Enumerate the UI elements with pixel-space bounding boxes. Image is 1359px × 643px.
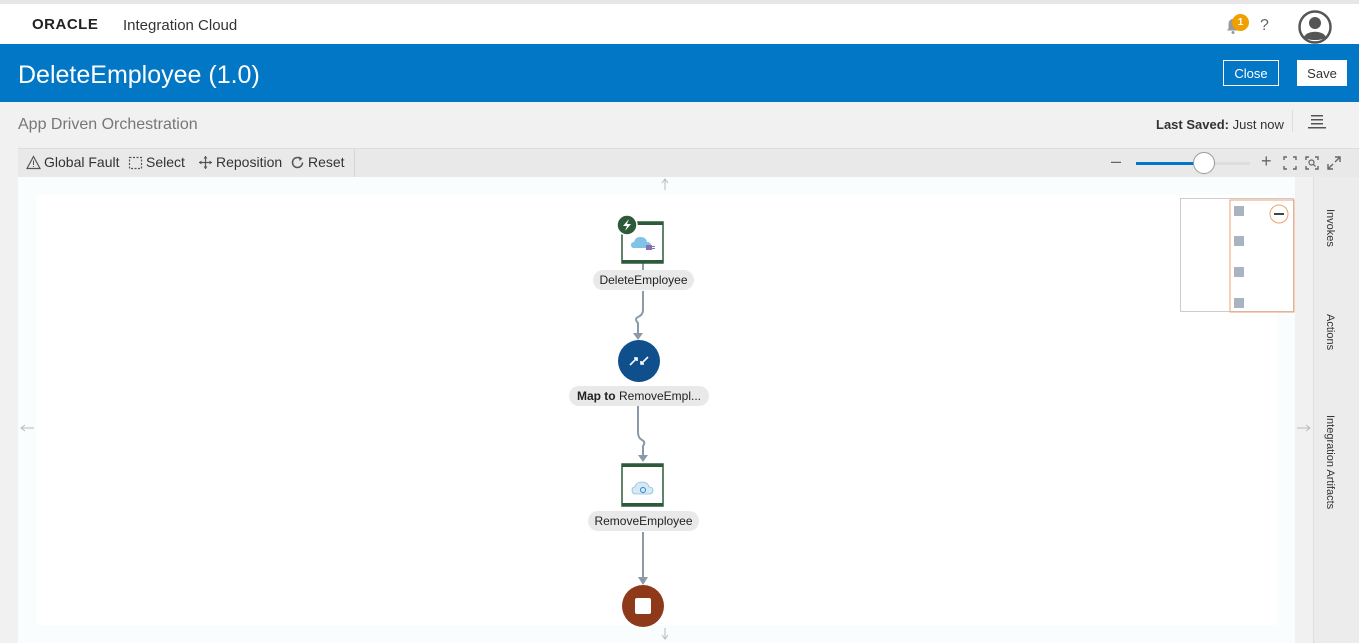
scroll-up-arrow[interactable] xyxy=(661,178,669,190)
lightning-icon xyxy=(616,214,638,236)
side-panel: Invokes Actions Integration Artifacts xyxy=(1313,177,1359,643)
trigger-node[interactable] xyxy=(616,214,664,264)
invoke-node-label[interactable]: RemoveEmployee xyxy=(588,511,699,531)
tab-actions[interactable]: Actions xyxy=(1324,314,1336,350)
trigger-node-label[interactable]: DeleteEmployee xyxy=(593,270,694,290)
scroll-left-arrow[interactable] xyxy=(20,424,34,432)
map-label-target: RemoveEmpl... xyxy=(618,389,702,403)
minimap[interactable] xyxy=(1180,198,1295,313)
scroll-down-arrow[interactable] xyxy=(661,628,669,640)
map-node-label[interactable]: Map to RemoveEmpl... xyxy=(569,386,709,406)
minimap-preview xyxy=(1229,199,1295,313)
connector-map-to-invoke xyxy=(637,406,648,462)
stop-icon xyxy=(635,598,651,614)
stop-node[interactable] xyxy=(622,585,664,627)
tab-invokes[interactable]: Invokes xyxy=(1324,209,1336,247)
invoke-node[interactable] xyxy=(621,463,664,507)
tab-integration-artifacts[interactable]: Integration Artifacts xyxy=(1324,415,1336,509)
map-node[interactable] xyxy=(618,340,660,382)
scroll-right-arrow[interactable] xyxy=(1297,424,1311,432)
map-label-prefix: Map to xyxy=(576,389,616,403)
minimap-collapse-icon[interactable] xyxy=(1269,204,1289,224)
connector-invoke-to-stop xyxy=(638,532,648,585)
flow-diagram xyxy=(20,178,1311,640)
